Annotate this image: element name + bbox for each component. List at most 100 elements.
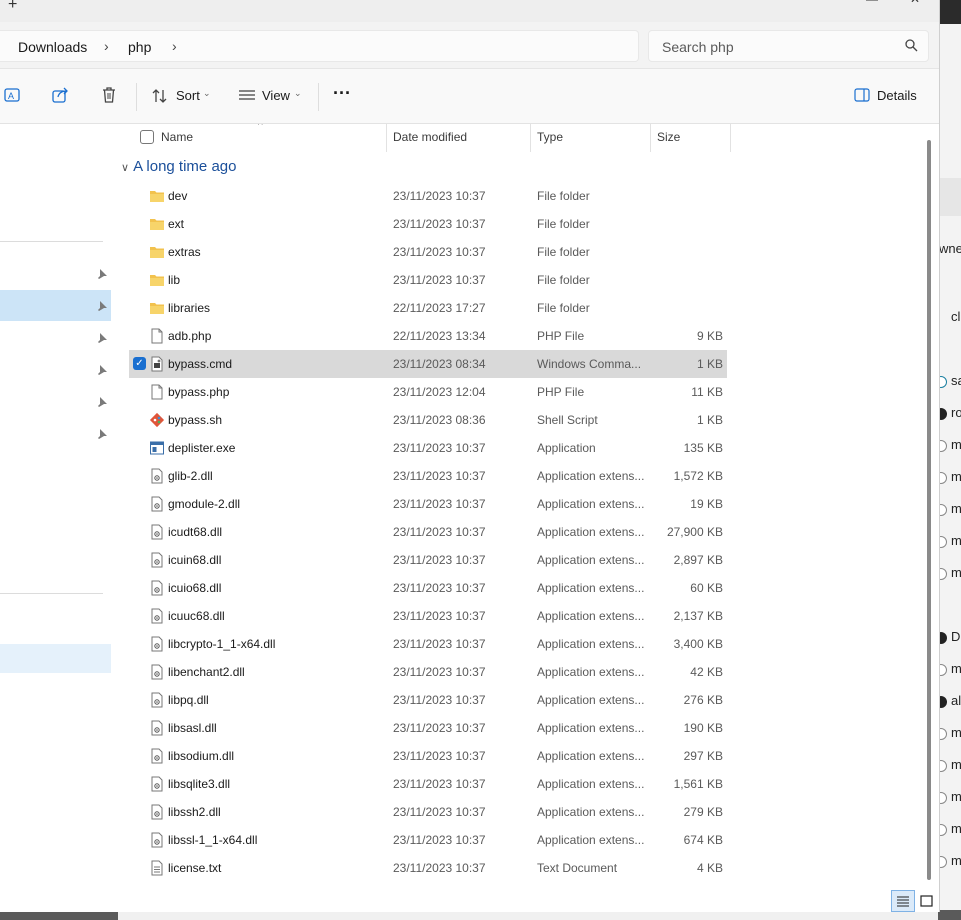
file-row[interactable]: deplister.exe 23/11/2023 10:37 Application… (129, 434, 727, 462)
view-button[interactable]: View (262, 88, 290, 103)
file-name[interactable]: dev (168, 189, 187, 203)
file-name[interactable]: extras (168, 245, 201, 259)
column-header-date[interactable]: Date modified (393, 130, 467, 144)
share-icon[interactable] (52, 86, 72, 106)
file-name[interactable]: libcrypto-1_1-x64.dll (168, 637, 275, 651)
file-name[interactable]: libssl-1_1-x64.dll (168, 833, 257, 847)
pin-icon[interactable] (96, 428, 108, 440)
file-name[interactable]: icuuc68.dll (168, 609, 225, 623)
file-row[interactable]: lib 23/11/2023 10:37 File folder (129, 266, 727, 294)
file-name[interactable]: adb.php (168, 329, 211, 343)
collapse-chevron-icon[interactable]: ∨ (121, 161, 129, 174)
file-name[interactable]: gmodule-2.dll (168, 497, 240, 511)
column-header-size[interactable]: Size (657, 130, 680, 144)
checkmark-icon[interactable]: ✓ (133, 357, 146, 370)
column-divider[interactable] (650, 124, 651, 152)
file-row[interactable]: ✓ bypass.cmd 23/11/2023 08:34 Windows Comma… (129, 350, 727, 378)
file-row[interactable]: libpq.dll 23/11/2023 10:37 Application ext… (129, 686, 727, 714)
address-bar[interactable]: Downloads › php › (0, 30, 639, 62)
view-chevron-icon[interactable]: ⌄ (294, 88, 302, 99)
file-row[interactable]: extras 23/11/2023 10:37 File folder (129, 238, 727, 266)
file-row[interactable]: bypass.php 23/11/2023 12:04 PHP File 11 KB (129, 378, 727, 406)
file-date: 22/11/2023 13:34 (393, 329, 486, 343)
column-divider[interactable] (730, 124, 731, 152)
file-name[interactable]: libsqlite3.dll (168, 777, 230, 791)
file-row[interactable]: adb.php 22/11/2023 13:34 PHP File 9 KB (129, 322, 727, 350)
file-name[interactable]: deplister.exe (168, 441, 235, 455)
pin-icon[interactable] (96, 396, 108, 408)
file-row[interactable]: bypass.sh 23/11/2023 08:36 Shell Script 1 K… (129, 406, 727, 434)
breadcrumb-php[interactable]: php (128, 39, 151, 55)
file-row[interactable]: dev 23/11/2023 10:37 File folder (129, 182, 727, 210)
file-row[interactable]: libsodium.dll 23/11/2023 10:37 Application… (129, 742, 727, 770)
column-divider[interactable] (530, 124, 531, 152)
column-header-type[interactable]: Type (537, 130, 563, 144)
file-name[interactable]: glib-2.dll (168, 469, 213, 483)
file-row[interactable]: libssl-1_1-x64.dll 23/11/2023 10:37 Applic… (129, 826, 727, 854)
file-row[interactable]: libsasl.dll 23/11/2023 10:37 Application e… (129, 714, 727, 742)
file-name[interactable]: bypass.php (168, 385, 229, 399)
file-name[interactable]: libsodium.dll (168, 749, 234, 763)
select-all-checkbox[interactable] (140, 130, 154, 144)
file-row[interactable]: glib-2.dll 23/11/2023 10:37 Application ex… (129, 462, 727, 490)
more-options-button[interactable]: ··· (333, 83, 351, 104)
file-name[interactable]: libssh2.dll (168, 805, 221, 819)
file-row[interactable]: license.txt 23/11/2023 10:37 Text Document… (129, 854, 727, 882)
close-icon[interactable]: ✕ (910, 0, 920, 6)
nav-item-highlighted[interactable] (0, 644, 111, 673)
sort-button[interactable]: Sort (176, 88, 200, 103)
minimize-icon[interactable]: — (866, 0, 878, 6)
file-row[interactable]: libenchant2.dll 23/11/2023 10:37 Applicati… (129, 658, 727, 686)
column-header-name[interactable]: Name (161, 130, 193, 144)
search-input[interactable]: Search php (662, 39, 734, 55)
sort-icon[interactable] (151, 87, 171, 107)
rename-icon[interactable]: A (4, 86, 24, 106)
file-name[interactable]: bypass.cmd (168, 357, 232, 371)
breadcrumb-separator-icon[interactable]: › (104, 38, 109, 54)
details-button[interactable]: Details (877, 88, 917, 103)
file-date: 23/11/2023 10:37 (393, 553, 486, 567)
file-name[interactable]: icuio68.dll (168, 581, 221, 595)
file-name[interactable]: libraries (168, 301, 210, 315)
file-row[interactable]: gmodule-2.dll 23/11/2023 10:37 Application… (129, 490, 727, 518)
file-row[interactable]: ext 23/11/2023 10:37 File folder (129, 210, 727, 238)
pin-icon[interactable] (96, 300, 108, 312)
view-icon[interactable] (238, 87, 258, 107)
vertical-scrollbar[interactable] (927, 140, 931, 880)
details-view-button[interactable] (891, 890, 915, 912)
file-name[interactable]: icudt68.dll (168, 525, 222, 539)
file-name[interactable]: libpq.dll (168, 693, 209, 707)
file-row[interactable]: libssh2.dll 23/11/2023 10:37 Application e… (129, 798, 727, 826)
file-row[interactable]: icudt68.dll 23/11/2023 10:37 Application e… (129, 518, 727, 546)
delete-icon[interactable] (100, 86, 120, 106)
file-row[interactable]: icuio68.dll 23/11/2023 10:37 Application e… (129, 574, 727, 602)
nav-item-selected[interactable] (0, 290, 111, 321)
sort-chevron-icon[interactable]: ⌄ (203, 88, 211, 99)
search-icon[interactable] (905, 39, 918, 55)
file-name[interactable]: ext (168, 217, 184, 231)
file-name[interactable]: bypass.sh (168, 413, 222, 427)
pin-icon[interactable] (96, 364, 108, 376)
search-box[interactable]: Search php (648, 30, 929, 62)
file-name[interactable]: icuin68.dll (168, 553, 221, 567)
file-row[interactable]: icuin68.dll 23/11/2023 10:37 Application e… (129, 546, 727, 574)
file-name[interactable]: libsasl.dll (168, 721, 217, 735)
file-row[interactable]: libraries 22/11/2023 17:27 File folder (129, 294, 727, 322)
file-name[interactable]: libenchant2.dll (168, 665, 245, 679)
breadcrumb-chevron-icon[interactable]: › (172, 38, 177, 54)
tiles-view-button[interactable] (915, 890, 939, 912)
new-tab-icon[interactable]: + (8, 0, 17, 14)
pin-icon[interactable] (96, 268, 108, 280)
pin-icon[interactable] (96, 332, 108, 344)
file-row[interactable]: libsqlite3.dll 23/11/2023 10:37 Applicatio… (129, 770, 727, 798)
details-pane-icon[interactable] (854, 88, 874, 108)
column-divider[interactable] (386, 124, 387, 152)
file-row[interactable]: libcrypto-1_1-x64.dll 23/11/2023 10:37 App… (129, 630, 727, 658)
file-date: 23/11/2023 10:37 (393, 581, 486, 595)
file-name[interactable]: lib (168, 273, 180, 287)
group-header[interactable]: ∨ A long time ago (121, 158, 236, 175)
breadcrumb-downloads[interactable]: Downloads (18, 39, 87, 55)
file-row[interactable]: icuuc68.dll 23/11/2023 10:37 Application e… (129, 602, 727, 630)
file-name[interactable]: license.txt (168, 861, 221, 875)
background-radio (939, 536, 947, 548)
